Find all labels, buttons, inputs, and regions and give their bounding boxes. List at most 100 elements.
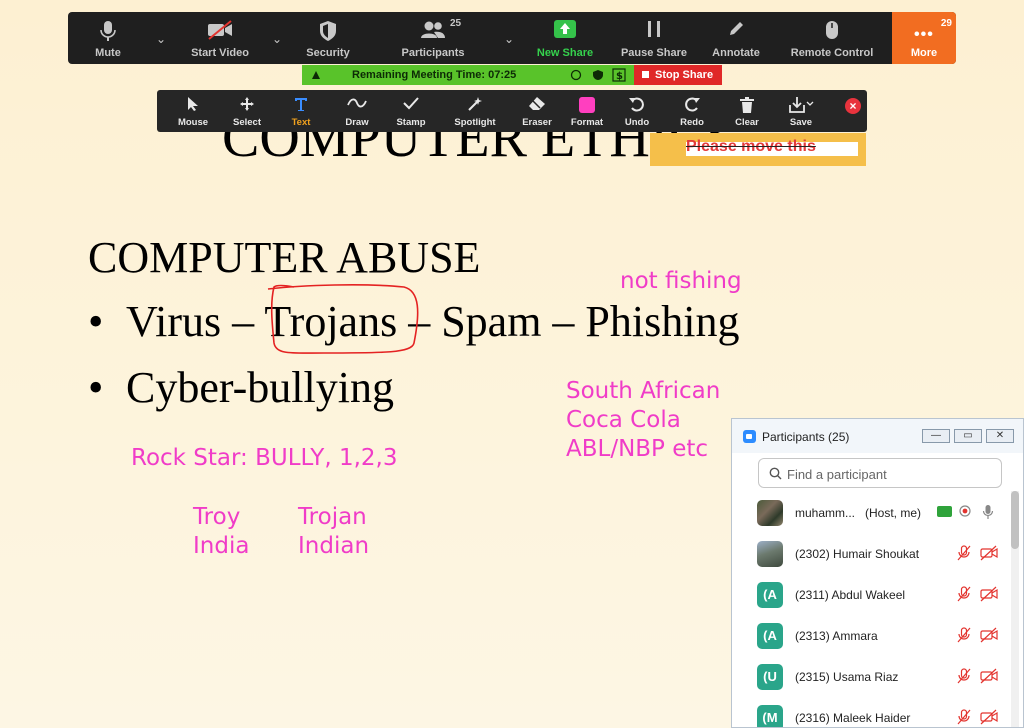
share-screen-icon — [554, 20, 576, 38]
annotation-toolbar: Mouse Select Text Draw Stamp Spotlight E… — [157, 90, 867, 132]
scrollbar-thumb[interactable] — [1011, 491, 1019, 549]
tool-clear[interactable]: Clear — [727, 90, 767, 132]
muted-microphone-icon[interactable] — [956, 545, 972, 561]
close-window-button[interactable]: ✕ — [986, 429, 1014, 443]
pause-share-button[interactable]: Pause Share — [618, 12, 690, 64]
muted-microphone-icon[interactable] — [956, 709, 972, 725]
tool-save[interactable]: Save — [781, 90, 821, 132]
pause-icon — [648, 21, 660, 37]
annotation-troy: Troy — [193, 504, 241, 530]
participants-options-chevron-icon[interactable]: ⌄ — [504, 32, 514, 46]
save-icon — [789, 97, 814, 113]
video-options-chevron-icon[interactable]: ⌄ — [272, 32, 282, 46]
video-off-icon — [208, 20, 232, 40]
annotation-trojan: Trojan — [298, 504, 367, 530]
new-share-button[interactable]: New Share — [532, 12, 598, 64]
muted-microphone-icon[interactable] — [956, 627, 972, 643]
tool-select[interactable]: Select — [227, 90, 267, 132]
recording-icon — [959, 505, 971, 517]
new-share-label: New Share — [536, 47, 594, 59]
participant-name: (2311) Abdul Wakeel — [795, 588, 906, 602]
sharing-badge-icon — [937, 506, 952, 517]
tool-stamp[interactable]: Stamp — [391, 90, 431, 132]
start-video-button[interactable]: Start Video — [186, 12, 254, 64]
participant-name: muhamm... (Host, me) — [795, 506, 921, 520]
participant-row[interactable]: (A (2311) Abdul Wakeel — [740, 574, 1008, 615]
mute-options-chevron-icon[interactable]: ⌄ — [156, 32, 166, 46]
more-label: More — [910, 47, 938, 59]
annotate-button[interactable]: Annotate — [706, 12, 766, 64]
tool-format[interactable]: Format — [567, 90, 607, 132]
participant-row[interactable]: (A (2313) Ammara — [740, 615, 1008, 656]
slide-bullet-2: • Cyber-bullying — [88, 362, 394, 413]
participant-row[interactable]: (M (2316) Maleek Haider — [740, 697, 1008, 727]
participant-name: (2315) Usama Riaz — [795, 670, 899, 684]
tool-format-label: Format — [570, 117, 604, 128]
video-off-icon[interactable] — [980, 668, 998, 684]
remote-control-label: Remote Control — [790, 47, 874, 59]
tool-draw-label: Draw — [345, 117, 369, 128]
cost-icon: $ — [612, 68, 626, 82]
more-button[interactable]: ••• 29 More — [892, 12, 956, 64]
stop-share-button[interactable]: Stop Share — [634, 65, 722, 85]
meeting-controls-toolbar: Mute ⌄ Start Video ⌄ Security Participan… — [68, 12, 956, 64]
annotation-rock-star: Rock Star: BULLY, 1,2,3 — [131, 445, 398, 471]
video-off-icon[interactable] — [980, 545, 998, 561]
mute-label: Mute — [95, 47, 121, 59]
tool-redo[interactable]: Redo — [672, 90, 712, 132]
participant-row[interactable]: (U (2315) Usama Riaz — [740, 656, 1008, 697]
participants-scrollbar[interactable] — [1011, 491, 1019, 727]
bullet-dot: • — [88, 363, 104, 412]
draw-icon — [347, 98, 367, 108]
more-dots-icon: ••• — [914, 26, 934, 43]
avatar — [757, 541, 783, 567]
tool-eraser-label: Eraser — [522, 117, 552, 128]
muted-microphone-icon[interactable] — [956, 586, 972, 602]
mouse-icon — [826, 21, 838, 39]
participant-search-input[interactable] — [785, 464, 989, 484]
security-label: Security — [306, 47, 350, 59]
drag-handle-icon[interactable] — [310, 69, 322, 81]
tool-spotlight[interactable]: Spotlight — [449, 90, 501, 132]
remaining-meeting-time-bar: Remaining Meeting Time: 07:25 $ — [302, 65, 634, 85]
participants-titlebar: Participants (25) — ▭ ✕ — [732, 419, 1023, 453]
red-freehand-circle-annotation — [267, 284, 419, 354]
connection-status-icon — [570, 69, 582, 81]
video-off-icon[interactable] — [980, 627, 998, 643]
zoom-logo-icon — [743, 430, 756, 443]
tool-text[interactable]: Text — [281, 90, 321, 132]
participant-row[interactable]: (2302) Humair Shoukat — [740, 533, 1008, 574]
tool-redo-label: Redo — [680, 117, 704, 128]
microphone-icon[interactable] — [982, 504, 994, 520]
microphone-icon — [100, 21, 116, 41]
cursor-icon — [188, 97, 198, 111]
minimize-window-button[interactable]: — — [922, 429, 950, 443]
participant-name: (2302) Humair Shoukat — [795, 547, 920, 561]
bullet-1-text: Virus – Trojans – Spam – Phishing — [126, 297, 740, 346]
tool-draw[interactable]: Draw — [337, 90, 377, 132]
annotation-coca-cola: Coca Cola — [566, 407, 681, 433]
encryption-shield-icon — [593, 70, 603, 80]
remote-control-button[interactable]: Remote Control — [786, 12, 878, 64]
slide-heading: COMPUTER ABUSE — [88, 233, 481, 282]
close-annotation-toolbar-icon[interactable]: × — [845, 98, 861, 114]
annotation-south-african: South African — [566, 378, 721, 404]
security-button[interactable]: Security — [300, 12, 356, 64]
participants-panel: Participants (25) — ▭ ✕ muhamm... (Host, … — [731, 418, 1024, 728]
participant-search-box[interactable] — [758, 458, 1002, 488]
video-off-icon[interactable] — [980, 586, 998, 602]
svg-text:$: $ — [616, 71, 623, 82]
tool-undo[interactable]: Undo — [617, 90, 657, 132]
video-off-icon[interactable] — [980, 709, 998, 725]
participants-count-badge: 25 — [450, 18, 462, 29]
mute-button[interactable]: Mute — [82, 12, 134, 64]
eraser-icon — [529, 97, 545, 110]
tool-mouse[interactable]: Mouse — [173, 90, 213, 132]
tool-mouse-label: Mouse — [177, 117, 209, 128]
host-role: (Host, me) — [865, 506, 922, 520]
tool-eraser[interactable]: Eraser — [517, 90, 557, 132]
text-icon — [295, 98, 307, 111]
participant-row-host[interactable]: muhamm... (Host, me) — [740, 492, 1008, 533]
muted-microphone-icon[interactable] — [956, 668, 972, 684]
popout-window-button[interactable]: ▭ — [954, 429, 982, 443]
